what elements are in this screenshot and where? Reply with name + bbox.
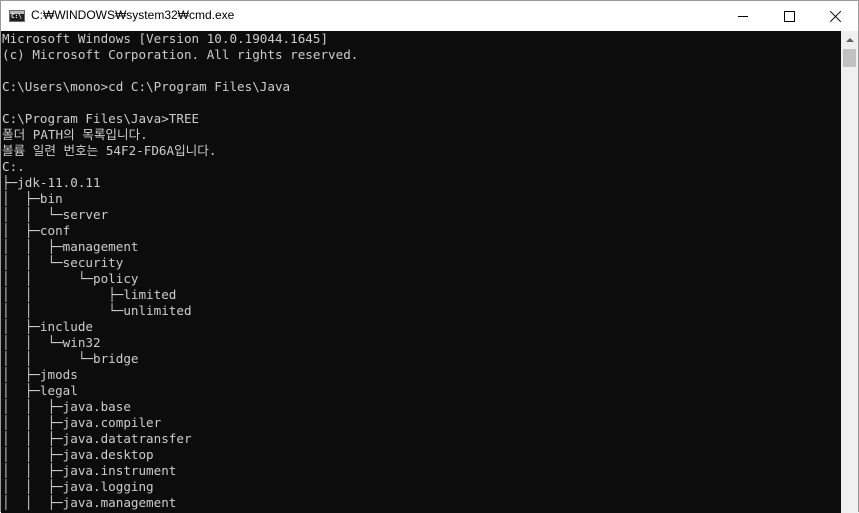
vertical-scrollbar[interactable] xyxy=(841,31,858,513)
console-line: │ │ ├─java.compiler xyxy=(2,415,162,430)
console-line: (c) Microsoft Corporation. All rights re… xyxy=(2,47,359,62)
console-line: │ ├─legal xyxy=(2,383,78,398)
console-line: Microsoft Windows [Version 10.0.19044.16… xyxy=(2,31,329,46)
console-line: C:\Program Files\Java>TREE xyxy=(2,111,200,126)
close-icon xyxy=(830,11,841,22)
console-line: │ │ ├─java.desktop xyxy=(2,447,154,462)
scrollbar-thumb[interactable] xyxy=(843,49,856,67)
console-line: │ │ └─unlimited xyxy=(2,303,192,318)
console-line: ├─jdk-11.0.11 xyxy=(2,175,101,190)
minimize-icon xyxy=(738,15,748,17)
console-line: │ │ ├─limited xyxy=(2,287,177,302)
console-line: │ ├─jmods xyxy=(2,367,78,382)
minimize-button[interactable] xyxy=(720,1,766,31)
console-line: │ │ ├─java.base xyxy=(2,399,131,414)
console-line: │ │ └─server xyxy=(2,207,109,222)
console-line: │ │ └─win32 xyxy=(2,335,101,350)
console-line: │ ├─bin xyxy=(2,191,63,206)
console-line: 폴더 PATH의 목록입니다. xyxy=(2,127,148,142)
console-line: 볼륨 일련 번호는 54F2-FD6A입니다. xyxy=(2,143,217,158)
scroll-up-button[interactable] xyxy=(841,31,858,48)
console-line: │ │ ├─java.logging xyxy=(2,479,154,494)
console-line: C:. xyxy=(2,159,25,174)
console-line: │ │ ├─management xyxy=(2,239,139,254)
maximize-icon xyxy=(783,10,795,22)
console-line: │ │ └─bridge xyxy=(2,351,139,366)
window-title: C:₩WINDOWS₩system32₩cmd.exe xyxy=(31,8,235,22)
console-output[interactable]: Microsoft Windows [Version 10.0.19044.16… xyxy=(1,31,841,513)
console-line: │ │ ├─java.management xyxy=(2,495,177,510)
maximize-button[interactable] xyxy=(766,1,812,31)
title-bar[interactable]: C:₩WINDOWS₩system32₩cmd.exe xyxy=(1,1,858,31)
cmd-window: C:₩WINDOWS₩system32₩cmd.exe Microsoft Wi… xyxy=(0,0,859,513)
close-button[interactable] xyxy=(812,1,858,31)
console-line: │ │ └─policy xyxy=(2,271,139,286)
console-line: │ │ ├─java.datatransfer xyxy=(2,431,192,446)
console-line: C:\Users\mono>cd C:\Program Files\Java xyxy=(2,79,291,94)
console-line: │ │ ├─java.instrument xyxy=(2,463,177,478)
console-line: │ ├─conf xyxy=(2,223,71,238)
cmd-icon[interactable] xyxy=(9,10,25,22)
console-line: │ │ └─security xyxy=(2,255,124,270)
arrow-up-icon xyxy=(845,37,854,42)
console-line: │ ├─include xyxy=(2,319,93,334)
